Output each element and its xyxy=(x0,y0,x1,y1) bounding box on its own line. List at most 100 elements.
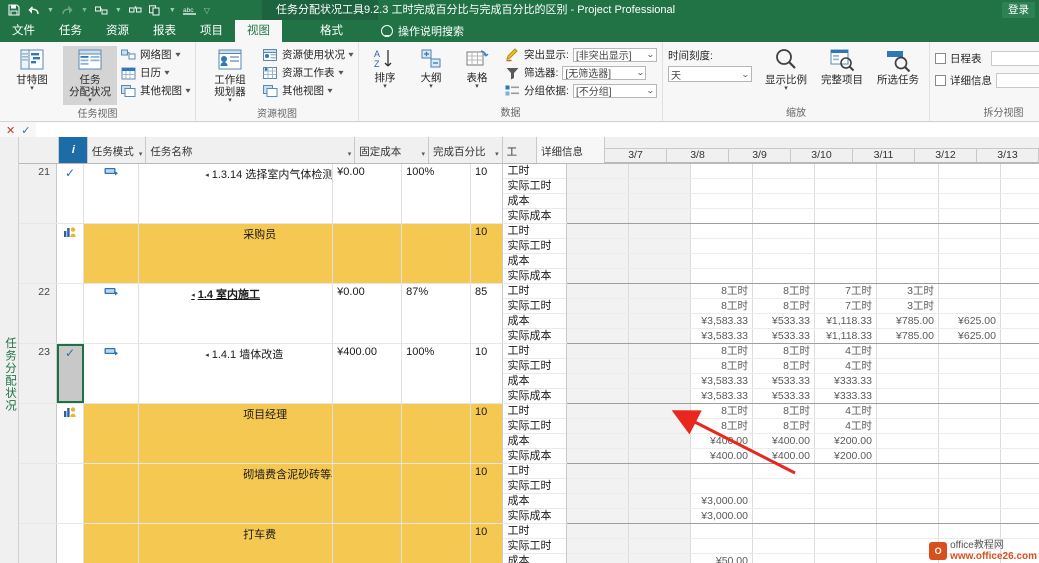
highlight-row[interactable]: 突出显示: [非突出显示] ⌄ xyxy=(505,46,657,63)
timephased-cell[interactable] xyxy=(691,239,753,253)
tab-file[interactable]: 文件 xyxy=(0,20,47,42)
collapse-triangle-icon[interactable]: ◂ xyxy=(191,292,195,299)
task-name-cell[interactable]: 项目经理 xyxy=(139,404,333,463)
timephased-cell[interactable] xyxy=(629,359,691,373)
timephased-cell[interactable]: 8工时 xyxy=(691,359,753,373)
timephased-row[interactable]: ¥3,583.33¥533.33¥333.33 xyxy=(567,389,1039,404)
timeline-combo[interactable]: ⌄ xyxy=(991,51,1039,66)
timephased-cell[interactable] xyxy=(629,479,691,493)
timephased-cell[interactable] xyxy=(567,224,629,238)
table-row[interactable]: 项目经理10工时实际工时成本实际成本 xyxy=(19,404,567,464)
outline-dropdown-arrow[interactable]: ▾ xyxy=(429,84,433,90)
timephased-cell[interactable] xyxy=(753,509,815,523)
timephased-cell[interactable] xyxy=(567,554,629,563)
timephased-cell[interactable]: ¥400.00 xyxy=(753,449,815,463)
link-icon[interactable] xyxy=(95,5,108,16)
timephased-cell[interactable] xyxy=(629,329,691,343)
timephased-cell[interactable] xyxy=(753,194,815,208)
timeline-checkbox[interactable] xyxy=(935,53,946,64)
timephased-cell[interactable] xyxy=(877,344,939,358)
timephased-cell[interactable] xyxy=(753,539,815,553)
highlight-combo[interactable]: [非突出显示] ⌄ xyxy=(573,48,657,62)
timephased-cell[interactable] xyxy=(567,434,629,448)
timephased-cell[interactable] xyxy=(567,374,629,388)
timephased-cell[interactable] xyxy=(877,494,939,508)
timephased-cell[interactable]: ¥3,000.00 xyxy=(691,509,753,523)
group-by-row[interactable]: 分组依据: [不分组] ⌄ xyxy=(505,82,657,99)
task-name-cell[interactable]: 打车费 xyxy=(139,524,333,563)
timephased-cell[interactable] xyxy=(691,194,753,208)
timephased-cell[interactable]: 7工时 xyxy=(815,284,877,298)
timephased-cell[interactable]: ¥3,583.33 xyxy=(691,314,753,328)
timephased-cell[interactable] xyxy=(567,299,629,313)
task-table[interactable]: 21✓◂1.3.14 选择室内气体检测及治理机构机构¥0.00100%10工时实… xyxy=(19,164,567,563)
timephased-cell[interactable] xyxy=(939,284,1001,298)
timephased-cell[interactable] xyxy=(753,554,815,563)
undo-dropdown-arrow[interactable]: ▼ xyxy=(47,7,54,14)
task-name-cell[interactable]: 砌墙费含泥砂砖等材料 xyxy=(139,464,333,523)
completed-check-icon-cell[interactable]: ✓ xyxy=(57,164,84,223)
tab-task[interactable]: 任务 xyxy=(47,20,94,42)
work-pct-complete-cell[interactable]: 10 xyxy=(471,224,503,283)
task-mode-cell[interactable] xyxy=(84,404,139,463)
timephased-grid[interactable]: 8工时8工时7工时3工时8工时8工时7工时3工时¥3,583.33¥533.33… xyxy=(567,164,1039,563)
resource-sheet-dropdown-arrow[interactable]: ▾ xyxy=(338,68,343,77)
tab-project[interactable]: 项目 xyxy=(188,20,235,42)
timephased-cell[interactable] xyxy=(629,494,691,508)
filter-arrow-icon[interactable]: ▾ xyxy=(348,150,352,158)
zoom-dropdown-arrow[interactable]: ▾ xyxy=(784,86,788,92)
selected-tasks-button[interactable]: 所选任务 xyxy=(872,46,924,87)
timephased-cell[interactable] xyxy=(939,164,1001,178)
pct-complete-cell[interactable]: 100% xyxy=(402,164,471,223)
table-row[interactable]: 23✓◂1.4.1 墙体改造¥400.00100%10工时实际工时成本实际成本 xyxy=(19,344,567,404)
timephased-cell[interactable]: 8工时 xyxy=(691,284,753,298)
timephased-cell[interactable] xyxy=(629,239,691,253)
timescale-combo[interactable]: 天 ⌄ xyxy=(668,66,752,82)
timephased-cell[interactable] xyxy=(567,509,629,523)
timephased-cell[interactable] xyxy=(691,179,753,193)
timephased-cell[interactable] xyxy=(753,209,815,223)
timephased-cell[interactable] xyxy=(567,389,629,403)
task-mode-cell[interactable] xyxy=(84,224,139,283)
timephased-cell[interactable] xyxy=(939,419,1001,433)
timephased-cell[interactable] xyxy=(877,164,939,178)
task-mode-cell[interactable] xyxy=(84,464,139,523)
timephased-cell[interactable] xyxy=(567,329,629,343)
fixed-cost-cell[interactable] xyxy=(333,224,402,283)
filter-arrow-icon[interactable]: ▾ xyxy=(495,150,499,158)
timephased-cell[interactable] xyxy=(567,284,629,298)
timephased-cell[interactable] xyxy=(629,524,691,538)
timephased-cell[interactable]: 7工时 xyxy=(815,299,877,313)
timephased-cell[interactable]: ¥200.00 xyxy=(815,434,877,448)
timephased-grid-pane[interactable]: 8工时8工时7工时3工时8工时8工时7工时3工时¥3,583.33¥533.33… xyxy=(567,164,1039,563)
spelling-icon[interactable]: abc xyxy=(183,5,197,16)
timephased-cell[interactable] xyxy=(877,479,939,493)
table-row[interactable]: 21✓◂1.3.14 选择室内气体检测及治理机构机构¥0.00100%10工时实… xyxy=(19,164,567,224)
timephased-cell[interactable] xyxy=(939,344,1001,358)
timephased-cell[interactable] xyxy=(691,479,753,493)
timephased-cell[interactable]: ¥333.33 xyxy=(815,374,877,388)
timephased-row[interactable] xyxy=(567,479,1039,494)
timephased-cell[interactable] xyxy=(567,524,629,538)
copy-icon[interactable] xyxy=(149,5,162,16)
sign-in-button[interactable]: 登录 xyxy=(1002,2,1035,18)
timephased-cell[interactable] xyxy=(629,299,691,313)
timephased-cell[interactable] xyxy=(877,419,939,433)
sort-button[interactable]: AZ 排序 ▾ xyxy=(364,46,406,91)
timephased-cell[interactable] xyxy=(877,509,939,523)
timephased-cell[interactable] xyxy=(691,464,753,478)
fixed-cost-cell[interactable] xyxy=(333,524,402,563)
timephased-cell[interactable]: 8工时 xyxy=(753,284,815,298)
timephased-cell[interactable] xyxy=(877,179,939,193)
timephased-cell[interactable] xyxy=(629,179,691,193)
task-name-cell[interactable]: ◂1.4 室内施工 xyxy=(139,284,333,343)
quick-access-toolbar[interactable]: ▼ ▼ ▼ ▼ abc ▽ xyxy=(0,4,210,16)
timephased-cell[interactable] xyxy=(939,434,1001,448)
timephased-cell[interactable]: ¥533.33 xyxy=(753,389,815,403)
timephased-cell[interactable]: 8工时 xyxy=(753,344,815,358)
timephased-cell[interactable] xyxy=(691,254,753,268)
pct-complete-cell[interactable] xyxy=(402,404,471,463)
timephased-row[interactable]: ¥400.00¥400.00¥200.00 xyxy=(567,434,1039,449)
zoom-button[interactable]: 显示比例 ▾ xyxy=(760,46,812,93)
task-name-cell[interactable]: 采购员 xyxy=(139,224,333,283)
